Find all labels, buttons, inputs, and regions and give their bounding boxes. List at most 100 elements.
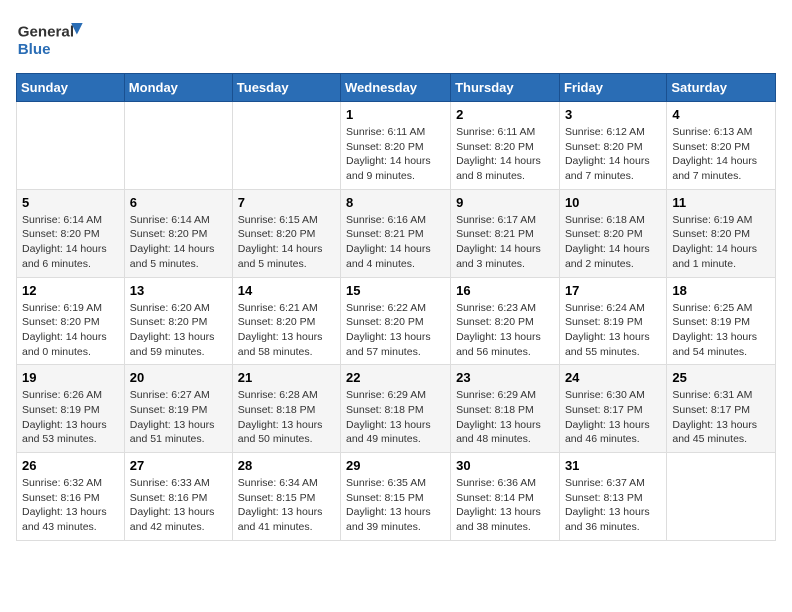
calendar-cell: 13 Sunrise: 6:20 AM Sunset: 8:20 PM Dayli… [124,277,232,365]
day-info: Sunrise: 6:32 AM Sunset: 8:16 PM Dayligh… [22,476,119,535]
calendar-cell: 12 Sunrise: 6:19 AM Sunset: 8:20 PM Dayli… [17,277,125,365]
calendar-cell: 18 Sunrise: 6:25 AM Sunset: 8:19 PM Dayli… [667,277,776,365]
calendar-cell: 3 Sunrise: 6:12 AM Sunset: 8:20 PM Daylig… [559,102,666,190]
day-info: Sunrise: 6:11 AM Sunset: 8:20 PM Dayligh… [456,125,554,184]
day-number: 8 [346,195,445,210]
day-info: Sunrise: 6:11 AM Sunset: 8:20 PM Dayligh… [346,125,445,184]
day-number: 27 [130,458,227,473]
calendar-cell: 11 Sunrise: 6:19 AM Sunset: 8:20 PM Dayli… [667,189,776,277]
day-info: Sunrise: 6:19 AM Sunset: 8:20 PM Dayligh… [672,213,770,272]
svg-text:General: General [18,23,74,40]
day-info: Sunrise: 6:33 AM Sunset: 8:16 PM Dayligh… [130,476,227,535]
calendar-cell: 28 Sunrise: 6:34 AM Sunset: 8:15 PM Dayli… [232,453,340,541]
day-number: 14 [238,283,335,298]
day-number: 13 [130,283,227,298]
calendar-cell: 30 Sunrise: 6:36 AM Sunset: 8:14 PM Dayli… [451,453,560,541]
day-info: Sunrise: 6:30 AM Sunset: 8:17 PM Dayligh… [565,388,661,447]
day-number: 18 [672,283,770,298]
weekday-header: Wednesday [341,74,451,102]
day-number: 24 [565,370,661,385]
calendar-cell: 20Sunrise: 6:27 AM Sunset: 8:19 PM Dayli… [124,365,232,453]
day-number: 19 [22,370,119,385]
calendar-cell: 9 Sunrise: 6:17 AM Sunset: 8:21 PM Daylig… [451,189,560,277]
calendar-week-row: 5 Sunrise: 6:14 AM Sunset: 8:20 PM Daylig… [17,189,776,277]
calendar-cell: 8 Sunrise: 6:16 AM Sunset: 8:21 PM Daylig… [341,189,451,277]
day-number: 31 [565,458,661,473]
day-number: 11 [672,195,770,210]
day-info: Sunrise: 6:18 AM Sunset: 8:20 PM Dayligh… [565,213,661,272]
day-number: 20 [130,370,227,385]
day-info: Sunrise: 6:17 AM Sunset: 8:21 PM Dayligh… [456,213,554,272]
calendar-cell: 16 Sunrise: 6:23 AM Sunset: 8:20 PM Dayli… [451,277,560,365]
day-info: Sunrise: 6:31 AM Sunset: 8:17 PM Dayligh… [672,388,770,447]
day-info: Sunrise: 6:14 AM Sunset: 8:20 PM Dayligh… [22,213,119,272]
day-info: Sunrise: 6:28 AM Sunset: 8:18 PM Dayligh… [238,388,335,447]
day-info: Sunrise: 6:29 AM Sunset: 8:18 PM Dayligh… [346,388,445,447]
logo-svg: General Blue [16,16,96,61]
day-number: 1 [346,107,445,122]
day-info: Sunrise: 6:34 AM Sunset: 8:15 PM Dayligh… [238,476,335,535]
day-number: 26 [22,458,119,473]
calendar-cell: 7Sunrise: 6:15 AM Sunset: 8:20 PM Daylig… [232,189,340,277]
calendar-cell: 23Sunrise: 6:29 AM Sunset: 8:18 PM Dayli… [451,365,560,453]
calendar-cell: 24 Sunrise: 6:30 AM Sunset: 8:17 PM Dayli… [559,365,666,453]
calendar-cell: 6Sunrise: 6:14 AM Sunset: 8:20 PM Daylig… [124,189,232,277]
calendar-cell: 17Sunrise: 6:24 AM Sunset: 8:19 PM Dayli… [559,277,666,365]
day-number: 7 [238,195,335,210]
day-info: Sunrise: 6:20 AM Sunset: 8:20 PM Dayligh… [130,301,227,360]
day-info: Sunrise: 6:26 AM Sunset: 8:19 PM Dayligh… [22,388,119,447]
day-number: 25 [672,370,770,385]
calendar-cell: 19 Sunrise: 6:26 AM Sunset: 8:19 PM Dayli… [17,365,125,453]
calendar-cell: 1 Sunrise: 6:11 AM Sunset: 8:20 PM Daylig… [341,102,451,190]
calendar-table: SundayMondayTuesdayWednesdayThursdayFrid… [16,73,776,541]
calendar-cell: 14 Sunrise: 6:21 AM Sunset: 8:20 PM Dayli… [232,277,340,365]
day-info: Sunrise: 6:24 AM Sunset: 8:19 PM Dayligh… [565,301,661,360]
weekday-header: Thursday [451,74,560,102]
page-header: General Blue [16,16,776,61]
day-info: Sunrise: 6:25 AM Sunset: 8:19 PM Dayligh… [672,301,770,360]
day-number: 30 [456,458,554,473]
calendar-cell: 22Sunrise: 6:29 AM Sunset: 8:18 PM Dayli… [341,365,451,453]
weekday-header: Monday [124,74,232,102]
calendar-cell: 26 Sunrise: 6:32 AM Sunset: 8:16 PM Dayli… [17,453,125,541]
calendar-week-row: 26 Sunrise: 6:32 AM Sunset: 8:16 PM Dayli… [17,453,776,541]
calendar-cell: 15Sunrise: 6:22 AM Sunset: 8:20 PM Dayli… [341,277,451,365]
calendar-cell: 2 Sunrise: 6:11 AM Sunset: 8:20 PM Daylig… [451,102,560,190]
day-info: Sunrise: 6:16 AM Sunset: 8:21 PM Dayligh… [346,213,445,272]
day-number: 5 [22,195,119,210]
calendar-cell: 31 Sunrise: 6:37 AM Sunset: 8:13 PM Dayli… [559,453,666,541]
day-info: Sunrise: 6:19 AM Sunset: 8:20 PM Dayligh… [22,301,119,360]
calendar-cell [667,453,776,541]
weekday-header: Sunday [17,74,125,102]
day-info: Sunrise: 6:23 AM Sunset: 8:20 PM Dayligh… [456,301,554,360]
day-number: 9 [456,195,554,210]
day-info: Sunrise: 6:22 AM Sunset: 8:20 PM Dayligh… [346,301,445,360]
day-info: Sunrise: 6:13 AM Sunset: 8:20 PM Dayligh… [672,125,770,184]
day-number: 2 [456,107,554,122]
day-number: 16 [456,283,554,298]
day-number: 23 [456,370,554,385]
day-number: 29 [346,458,445,473]
calendar-cell [17,102,125,190]
day-info: Sunrise: 6:36 AM Sunset: 8:14 PM Dayligh… [456,476,554,535]
day-info: Sunrise: 6:12 AM Sunset: 8:20 PM Dayligh… [565,125,661,184]
weekday-header: Friday [559,74,666,102]
day-number: 28 [238,458,335,473]
weekday-header: Saturday [667,74,776,102]
calendar-week-row: 19 Sunrise: 6:26 AM Sunset: 8:19 PM Dayli… [17,365,776,453]
calendar-cell: 21Sunrise: 6:28 AM Sunset: 8:18 PM Dayli… [232,365,340,453]
day-number: 4 [672,107,770,122]
calendar-cell: 27 Sunrise: 6:33 AM Sunset: 8:16 PM Dayli… [124,453,232,541]
calendar-cell: 10 Sunrise: 6:18 AM Sunset: 8:20 PM Dayli… [559,189,666,277]
weekday-header: Tuesday [232,74,340,102]
calendar-cell: 4 Sunrise: 6:13 AM Sunset: 8:20 PM Daylig… [667,102,776,190]
day-number: 10 [565,195,661,210]
day-info: Sunrise: 6:35 AM Sunset: 8:15 PM Dayligh… [346,476,445,535]
day-info: Sunrise: 6:21 AM Sunset: 8:20 PM Dayligh… [238,301,335,360]
calendar-cell: 5 Sunrise: 6:14 AM Sunset: 8:20 PM Daylig… [17,189,125,277]
day-number: 12 [22,283,119,298]
day-info: Sunrise: 6:37 AM Sunset: 8:13 PM Dayligh… [565,476,661,535]
day-number: 3 [565,107,661,122]
logo: General Blue [16,16,96,61]
day-info: Sunrise: 6:14 AM Sunset: 8:20 PM Dayligh… [130,213,227,272]
